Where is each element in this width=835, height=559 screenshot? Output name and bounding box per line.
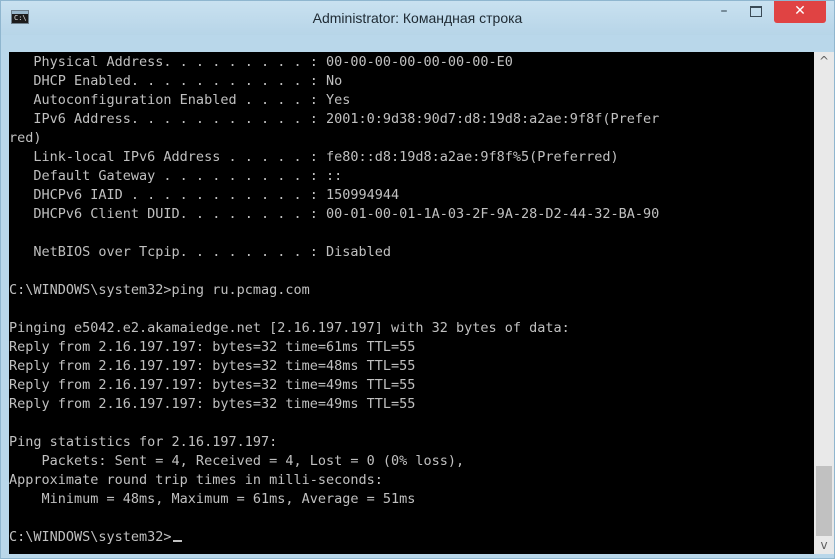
console-line: Reply from 2.16.197.197: bytes=32 time=4… — [9, 358, 416, 374]
maximize-icon — [750, 6, 762, 17]
console-line: DHCPv6 Client DUID. . . . . . . . : 00-0… — [9, 206, 660, 222]
console-line: Physical Address. . . . . . . . . : 00-0… — [9, 54, 513, 70]
console-line: Reply from 2.16.197.197: bytes=32 time=6… — [9, 339, 416, 355]
console-output[interactable]: Physical Address. . . . . . . . . : 00-0… — [9, 52, 814, 554]
console-line: Link-local IPv6 Address . . . . . : fe80… — [9, 149, 619, 165]
scroll-down-button[interactable]: v — [814, 536, 834, 554]
close-icon: ✕ — [794, 3, 806, 19]
console-line: Pinging e5042.e2.akamaiedge.net [2.16.19… — [9, 320, 570, 336]
console-line: Default Gateway . . . . . . . . . : :: — [9, 168, 343, 184]
text-cursor — [172, 540, 182, 542]
console-line: Reply from 2.16.197.197: bytes=32 time=4… — [9, 396, 416, 412]
scroll-up-button[interactable]: ^ — [814, 52, 834, 70]
console-line: DHCP Enabled. . . . . . . . . . . : No — [9, 73, 343, 89]
minimize-button[interactable]: – — [709, 1, 739, 23]
prompt-text: C:\WINDOWS\system32> — [9, 529, 172, 545]
scroll-thumb[interactable] — [816, 466, 832, 536]
console-line: Ping statistics for 2.16.197.197: — [9, 434, 278, 450]
console-line: IPv6 Address. . . . . . . . . . . : 2001… — [9, 111, 660, 127]
command-prompt-line[interactable]: C:\WINDOWS\system32> — [9, 527, 182, 547]
console-line: Packets: Sent = 4, Received = 4, Lost = … — [9, 453, 465, 469]
title-bar[interactable]: C:\ Administrator: Командная строка – ✕ — [1, 1, 834, 35]
command-prompt-window: C:\ Administrator: Командная строка – ✕ … — [0, 0, 835, 559]
console-line: DHCPv6 IAID . . . . . . . . . . . : 1509… — [9, 187, 400, 203]
console-line: C:\WINDOWS\system32>ping ru.pcmag.com — [9, 282, 310, 298]
close-button[interactable]: ✕ — [774, 1, 826, 23]
console-line: Reply from 2.16.197.197: bytes=32 time=4… — [9, 377, 416, 393]
chevron-down-icon: v — [820, 538, 828, 552]
console-line: NetBIOS over Tcpip. . . . . . . . : Disa… — [9, 244, 392, 260]
chevron-up-icon: ^ — [818, 54, 830, 68]
console-line: Autoconfiguration Enabled . . . . : Yes — [9, 92, 351, 108]
console-line: Approximate round trip times in milli-se… — [9, 472, 383, 488]
vertical-scrollbar[interactable]: ^ v — [814, 52, 834, 554]
console-line: red) — [9, 130, 42, 146]
console-line: Minimum = 48ms, Maximum = 61ms, Average … — [9, 491, 416, 507]
maximize-button[interactable] — [741, 1, 771, 23]
minimize-icon: – — [720, 3, 728, 19]
